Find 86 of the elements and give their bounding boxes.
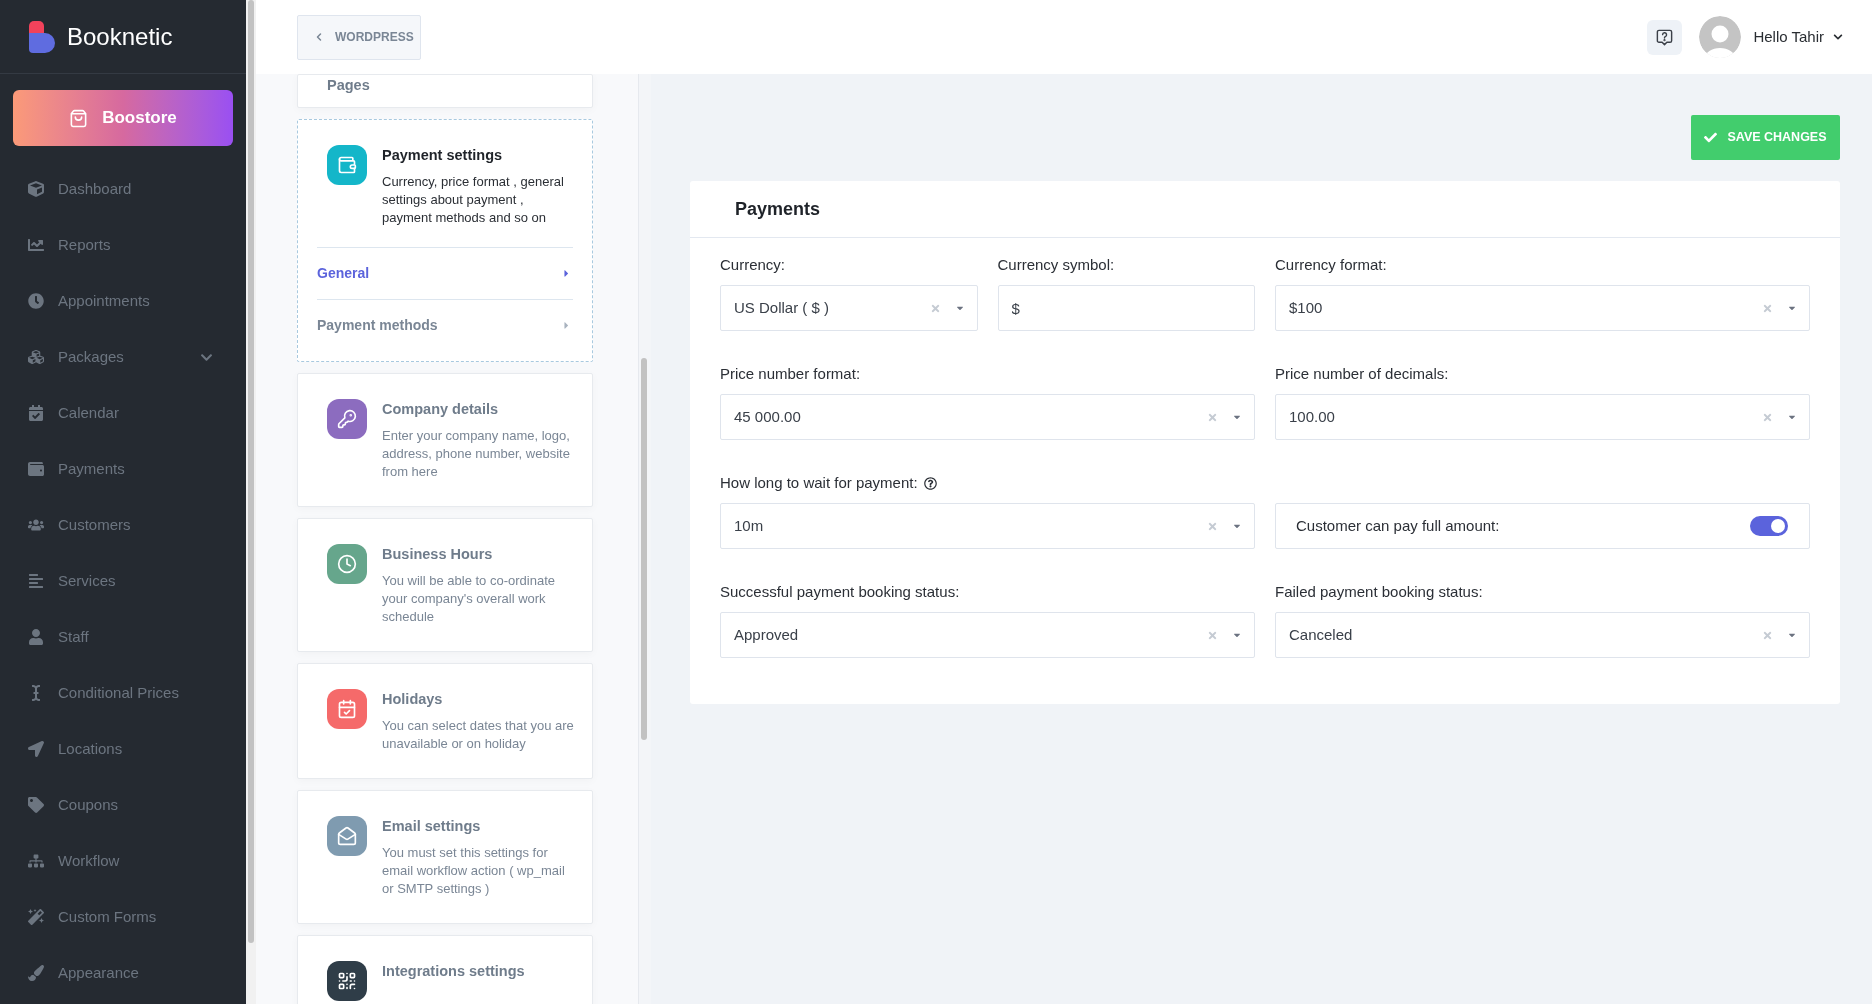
card-title: Payment settings: [382, 146, 504, 165]
shopping-bag-icon: [69, 108, 89, 128]
sidebar-item[interactable]: Workflow: [0, 833, 246, 889]
field-label: Currency:: [720, 254, 786, 275]
settings-subitem[interactable]: General: [317, 247, 573, 299]
sidebar-item[interactable]: Conditional Prices: [0, 665, 246, 721]
line-chart-icon: [28, 237, 44, 253]
question-bubble-icon: [1655, 27, 1675, 47]
toggle-switch[interactable]: [1750, 516, 1788, 536]
settings-card[interactable]: Company details Enter your company name, logo, address, phone number, website from here: [297, 373, 593, 507]
select-field[interactable]: 45 000.00: [720, 394, 1255, 440]
card-description: You will be able to co-ordinate your company's overall work schedule: [382, 572, 556, 626]
settings-card[interactable]: Business Hours You will be able to co-ordinate your company's overall work schedule: [297, 518, 593, 652]
location-arrow-icon: [28, 741, 44, 757]
select-field[interactable]: Approved: [720, 612, 1255, 658]
select-field[interactable]: 100.00: [1275, 394, 1810, 440]
sidebar-item[interactable]: Staff: [0, 609, 246, 665]
card-description: Enter your company name, logo, address, phone number, website from here: [382, 427, 571, 481]
settings-card[interactable]: Email settings You must set this settings for email workflow action ( wp_mail or SMTP settings ): [297, 790, 593, 924]
cubes-icon: [28, 349, 44, 365]
sidebar-item[interactable]: Appointments: [0, 273, 246, 329]
card-title: Email settings: [382, 817, 482, 836]
field-label: Price number format:: [720, 363, 861, 384]
save-changes-button[interactable]: SAVE CHANGES: [1691, 115, 1840, 160]
sidebar-item[interactable]: Coupons: [0, 777, 246, 833]
magic-wand-icon: [28, 909, 44, 925]
settings-card[interactable]: Pages: [297, 74, 593, 108]
card-description: You must set this settings for email workflow action ( wp_mail or SMTP settings ): [382, 844, 566, 898]
sidebar-item[interactable]: Custom Forms: [0, 889, 246, 945]
card-description: Currency, price format , general settings about payment , payment methods and so on: [382, 173, 565, 227]
back-button[interactable]: WORDPRESS: [297, 14, 421, 60]
select-field[interactable]: 10m: [720, 503, 1255, 549]
help-icon[interactable]: [923, 476, 937, 490]
scrollbar-thumb[interactable]: [248, 0, 254, 943]
field-label: Currency format:: [1275, 254, 1387, 275]
sidebar-item[interactable]: Calendar: [0, 385, 246, 441]
card-title: Business Hours: [382, 545, 494, 564]
scrollbar-thumb[interactable]: [641, 358, 647, 740]
sidebar-item[interactable]: Payments: [0, 441, 246, 497]
sidebar-item[interactable]: Packages: [0, 329, 246, 385]
settings-subitem[interactable]: Payment methods: [317, 299, 573, 351]
field-label: Currency symbol:: [997, 254, 1115, 275]
sitemap-icon: [28, 853, 44, 869]
caret-right-icon: [562, 320, 571, 331]
sidebar-item[interactable]: Reports: [0, 217, 246, 273]
settings-card[interactable]: Holidays You can select dates that you are unavailable or on holiday: [297, 663, 593, 779]
settings-card[interactable]: Payment settings Currency, price format , general settings about payment , payment methods and so on General Payment methods: [297, 119, 593, 362]
sidebar-item[interactable]: Services: [0, 553, 246, 609]
user-menu-button[interactable]: Hello Tahir: [1753, 25, 1843, 49]
field-label: Price number of decimals:: [1275, 363, 1449, 384]
calendar-check-icon: [28, 405, 44, 421]
text-field[interactable]: $: [997, 285, 1255, 331]
select-field[interactable]: $100: [1275, 285, 1810, 331]
field-label: Successful payment booking status:: [720, 581, 960, 602]
card-heading: Payments: [735, 197, 821, 221]
chevron-down-icon: [1833, 32, 1843, 42]
card-title: Integrations settings: [382, 962, 525, 981]
caret-right-icon: [562, 268, 571, 279]
paintbrush-icon: [28, 965, 44, 981]
clock-icon: [28, 293, 44, 309]
select-field[interactable]: US Dollar ( $ ): [720, 285, 978, 331]
text-lines-icon: [28, 573, 44, 589]
logo-text: Booknetic: [67, 24, 173, 49]
user-icon: [28, 629, 44, 645]
users-icon: [28, 517, 44, 533]
help-button[interactable]: [1647, 19, 1683, 55]
card-title: Holidays: [382, 690, 444, 709]
cube-icon: [28, 181, 44, 197]
user-avatar-icon: [1699, 16, 1742, 58]
card-title: Pages: [327, 76, 370, 95]
select-field[interactable]: Canceled: [1275, 612, 1810, 658]
tag-icon: [28, 797, 44, 813]
logo-icon: [29, 20, 55, 53]
sidebar-item[interactable]: Customers: [0, 497, 246, 553]
boostore-button[interactable]: Boostore: [13, 90, 233, 146]
field-label: How long to wait for payment:: [720, 472, 918, 493]
sidebar-item[interactable]: Locations: [0, 721, 246, 777]
wallet-icon: [28, 461, 44, 477]
field-label: Failed payment booking status:: [1275, 581, 1483, 602]
check-icon: [1704, 131, 1718, 144]
sidebar-item[interactable]: Appearance: [0, 945, 246, 1001]
settings-card[interactable]: Integrations settings: [297, 935, 593, 1004]
card-title: Company details: [382, 400, 500, 419]
toggle-label: Customer can pay full amount:: [1296, 515, 1500, 536]
sidebar-item[interactable]: Dashboard: [0, 161, 246, 217]
card-description: You can select dates that you are unavailable or on holiday: [382, 717, 574, 753]
